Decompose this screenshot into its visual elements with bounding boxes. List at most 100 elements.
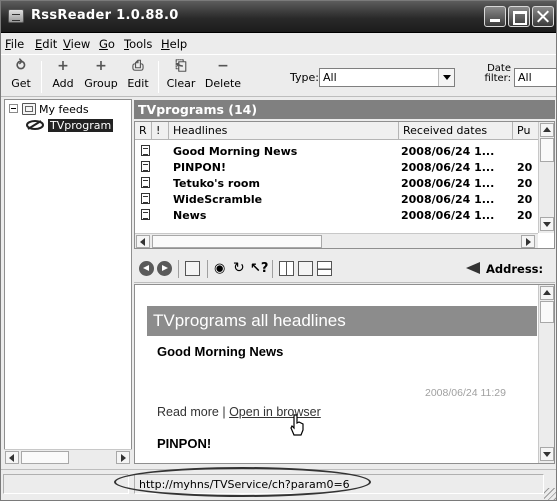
tree-item-tvprogram[interactable]: TVprogram: [48, 119, 114, 132]
edit-button[interactable]: ⎙ Edit: [123, 58, 153, 96]
status-bar: http://myhns/TVService/ch?param0=6: [1, 469, 556, 500]
address-label: Address:: [486, 262, 544, 276]
row-published: 20: [517, 209, 533, 222]
headline-list: R ! Headlines Received dates Pu Good Mor…: [134, 121, 555, 249]
image-icon[interactable]: [185, 261, 200, 276]
article-icon: [141, 209, 150, 220]
title-bar[interactable]: RssReader 1.0.88.0: [1, 1, 556, 33]
tree-item-my-feeds[interactable]: My feeds: [39, 103, 89, 116]
scroll-down-icon[interactable]: [540, 217, 554, 231]
type-select[interactable]: All: [319, 68, 455, 87]
plus-icon: +: [57, 58, 69, 74]
row-received: 2008/06/24 1...: [401, 145, 495, 158]
tree-hscrollbar[interactable]: [4, 449, 132, 464]
menu-view[interactable]: View: [63, 37, 90, 51]
app-icon: [8, 9, 24, 23]
row-headline: PINPON!: [173, 161, 226, 174]
minimize-button[interactable]: [484, 6, 506, 27]
menu-file[interactable]: File: [5, 37, 24, 51]
menu-help[interactable]: Help: [161, 37, 187, 51]
table-row[interactable]: WideScramble 2008/06/24 1... 20: [135, 191, 535, 207]
row-received: 2008/06/24 1...: [401, 161, 495, 174]
row-received: 2008/06/24 1...: [401, 177, 495, 190]
get-feed-icon: ⥁: [15, 58, 27, 74]
list-vscrollbar[interactable]: [538, 122, 554, 233]
menu-edit[interactable]: Edit: [35, 37, 57, 51]
group-button[interactable]: + Group: [81, 58, 121, 96]
table-row[interactable]: Tetuko's room 2008/06/24 1... 20: [135, 175, 535, 191]
col-flag[interactable]: !: [152, 122, 169, 140]
row-published: 20: [517, 161, 533, 174]
date-label-line2: filter:: [484, 73, 511, 84]
layout-horizontal-icon[interactable]: [317, 261, 332, 276]
refresh-icon[interactable]: ↻: [233, 261, 248, 276]
table-row[interactable]: News 2008/06/24 1... 20: [135, 207, 535, 223]
open-in-browser-link[interactable]: Open in browser: [229, 405, 321, 419]
table-row[interactable]: Good Morning News 2008/06/24 1...: [135, 143, 535, 159]
row-received: 2008/06/24 1...: [401, 209, 495, 222]
scroll-right-icon[interactable]: [116, 451, 130, 464]
scroll-left-icon[interactable]: [136, 235, 150, 248]
col-received[interactable]: Received dates: [399, 122, 513, 140]
globe-icon[interactable]: ◉: [214, 261, 229, 276]
help-icon[interactable]: ↖?: [250, 261, 268, 276]
edit-label: Edit: [127, 77, 149, 90]
browser-toolbar: ◉ ↻ ↖? Address:: [134, 253, 555, 283]
scroll-thumb[interactable]: [540, 138, 554, 162]
row-published: 20: [517, 193, 533, 206]
toolbar: ⥁ Get + Add + Group ⎙ Edit ⎗ Clear − Del…: [1, 54, 556, 97]
table-row[interactable]: PINPON! 2008/06/24 1... 20: [135, 159, 535, 175]
close-button[interactable]: [532, 6, 554, 27]
scroll-thumb[interactable]: [540, 301, 554, 323]
forward-icon[interactable]: [157, 261, 172, 276]
date-filter-label: Date filter:: [479, 64, 511, 84]
resize-grip-icon[interactable]: [544, 488, 556, 500]
collapse-icon[interactable]: [9, 104, 18, 113]
minus-icon: −: [217, 58, 229, 74]
row-received: 2008/06/24 1...: [401, 193, 495, 206]
chevron-down-icon[interactable]: [438, 69, 454, 86]
row-headline: News: [173, 209, 207, 222]
layout-single-icon[interactable]: [298, 261, 313, 276]
clear-label: Clear: [166, 77, 196, 90]
add-button[interactable]: + Add: [47, 58, 79, 96]
row-published: 20: [517, 177, 533, 190]
content-item-title[interactable]: PINPON!: [157, 436, 211, 451]
feed-icon: [26, 120, 44, 130]
status-panel-left: [3, 474, 129, 494]
content-item-title[interactable]: Good Morning News: [157, 344, 283, 359]
date-filter-select[interactable]: All: [514, 68, 556, 87]
scroll-thumb[interactable]: [152, 235, 322, 248]
scroll-down-icon[interactable]: [540, 447, 554, 461]
app-window: RssReader 1.0.88.0 File Edit View Go Too…: [0, 0, 557, 501]
link-separator: |: [222, 405, 226, 419]
menu-tools[interactable]: Tools: [124, 37, 152, 51]
row-headline: WideScramble: [173, 193, 263, 206]
tree-item-tvprogram-label: TVprogram: [48, 119, 114, 132]
layout-vertical-icon[interactable]: [279, 261, 294, 276]
speaker-icon[interactable]: [466, 262, 480, 274]
col-published[interactable]: Pu: [513, 122, 540, 140]
clear-button[interactable]: ⎗ Clear: [165, 58, 197, 96]
scroll-thumb[interactable]: [21, 451, 69, 464]
add-group-icon: +: [95, 58, 107, 74]
col-read[interactable]: R: [135, 122, 152, 140]
scroll-right-icon[interactable]: [521, 235, 535, 248]
add-label: Add: [52, 77, 74, 90]
delete-button[interactable]: − Delete: [201, 58, 245, 96]
read-more-link[interactable]: Read more: [157, 405, 219, 419]
menu-go[interactable]: Go: [99, 37, 115, 51]
delete-label: Delete: [204, 77, 242, 90]
list-hscrollbar[interactable]: [135, 233, 538, 248]
edit-icon: ⎙: [132, 58, 144, 74]
scroll-up-icon[interactable]: [540, 123, 554, 137]
status-url: http://myhns/TVService/ch?param0=6: [134, 474, 544, 494]
scroll-up-icon[interactable]: [540, 286, 554, 300]
scroll-left-icon[interactable]: [5, 451, 19, 464]
col-headlines[interactable]: Headlines: [169, 122, 399, 140]
type-label: Type:: [290, 71, 319, 84]
maximize-button[interactable]: [508, 6, 530, 27]
content-vscrollbar[interactable]: [538, 285, 554, 463]
get-button[interactable]: ⥁ Get: [5, 58, 37, 96]
back-icon[interactable]: [139, 261, 154, 276]
